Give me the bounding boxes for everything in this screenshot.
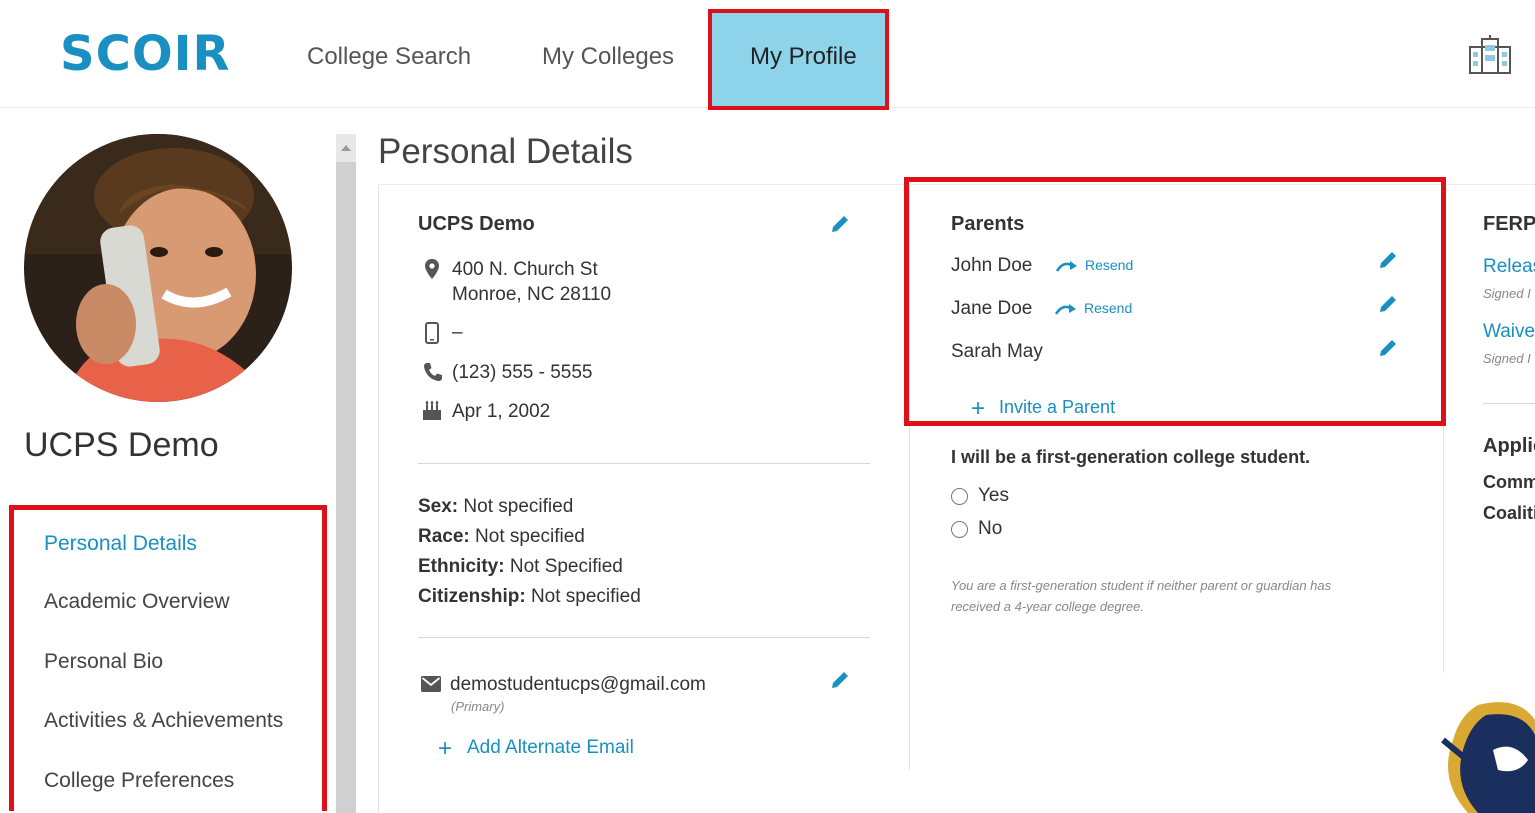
radio-no[interactable] bbox=[951, 521, 968, 538]
demographic-ethnicity: Ethnicity: Not Specified bbox=[418, 556, 623, 578]
edit-parent-pencil-icon[interactable] bbox=[1377, 293, 1399, 315]
edit-pencil-icon[interactable] bbox=[829, 213, 851, 235]
sidebar-scrollbar[interactable] bbox=[336, 134, 356, 813]
release-link[interactable]: Releas bbox=[1483, 256, 1535, 278]
coalition-app-label: Coaliti bbox=[1483, 503, 1535, 523]
nav-my-colleges[interactable]: My Colleges bbox=[542, 42, 674, 72]
ethnicity-value: Not Specified bbox=[509, 556, 623, 577]
resend-arrow-icon[interactable] bbox=[1055, 303, 1077, 315]
release-signed: Signed I bbox=[1483, 286, 1531, 301]
demographic-citizenship: Citizenship: Not specified bbox=[418, 586, 641, 608]
address-line1: 400 N. Church St bbox=[452, 259, 598, 280]
first-gen-note-line1: You are a first-generation student if ne… bbox=[951, 578, 1332, 593]
citizenship-value: Not specified bbox=[530, 586, 641, 607]
add-icon[interactable]: + bbox=[438, 737, 452, 761]
waiver-link[interactable]: Waive bbox=[1483, 321, 1535, 343]
add-alternate-email-link[interactable]: Add Alternate Email bbox=[467, 737, 634, 759]
top-nav-bar: SCOIR College Search My Colleges My Prof… bbox=[0, 0, 1535, 110]
parent-name-1: John Doe bbox=[951, 255, 1033, 276]
student-name: UCPS Demo bbox=[24, 426, 219, 464]
profile-section-nav: Personal Details Academic Overview Perso… bbox=[9, 505, 327, 811]
birth-date: Apr 1, 2002 bbox=[452, 401, 551, 422]
profile-photo-icon bbox=[24, 134, 292, 402]
race-value: Not specified bbox=[475, 526, 585, 547]
radio-yes-label: Yes bbox=[978, 485, 1009, 506]
waiver-signed: Signed I bbox=[1483, 351, 1531, 366]
sidebar-item-college-preferences[interactable]: College Preferences bbox=[44, 769, 234, 793]
email-address: demostudentucps@gmail.com bbox=[450, 674, 706, 695]
page-title: Personal Details bbox=[378, 132, 633, 171]
nav-my-profile-label: My Profile bbox=[750, 43, 857, 70]
citizenship-label: Citizenship: bbox=[418, 586, 526, 607]
radio-no-label: No bbox=[978, 518, 1003, 539]
email-primary-note: (Primary) bbox=[451, 699, 505, 714]
email-envelope-icon bbox=[421, 676, 441, 692]
profile-avatar[interactable] bbox=[24, 134, 292, 402]
common-app-label: Comm bbox=[1483, 472, 1535, 492]
sidebar-item-personal-bio[interactable]: Personal Bio bbox=[44, 650, 163, 674]
demographic-race: Race: Not specified bbox=[418, 526, 585, 548]
parent-name-2: Jane Doe bbox=[951, 298, 1033, 319]
sidebar-item-activities-achievements[interactable]: Activities & Achievements bbox=[44, 709, 283, 733]
resend-arrow-icon[interactable] bbox=[1056, 260, 1078, 272]
edit-parent-pencil-icon[interactable] bbox=[1377, 249, 1399, 271]
sidebar-item-academic-overview[interactable]: Academic Overview bbox=[44, 590, 230, 614]
resend-link-2[interactable]: Resend bbox=[1084, 300, 1132, 316]
mobile-number: – bbox=[452, 322, 463, 343]
applications-title: Applic bbox=[1483, 435, 1535, 457]
scroll-up-arrow-icon[interactable] bbox=[336, 134, 356, 162]
parents-title: Parents bbox=[951, 213, 1025, 235]
sex-label: Sex: bbox=[418, 496, 459, 517]
ethnicity-label: Ethnicity: bbox=[418, 556, 505, 577]
edit-email-pencil-icon[interactable] bbox=[829, 669, 851, 691]
phone-icon bbox=[424, 363, 442, 381]
school-building-icon[interactable] bbox=[1468, 35, 1512, 75]
sex-value: Not specified bbox=[463, 496, 574, 517]
mobile-phone-icon bbox=[425, 322, 439, 344]
sidebar-item-personal-details[interactable]: Personal Details bbox=[44, 532, 197, 556]
birthday-cake-icon bbox=[423, 401, 441, 420]
parent-name-3: Sarah May bbox=[951, 341, 1043, 362]
address-line2: Monroe, NC 28110 bbox=[452, 284, 612, 305]
ferpa-title: FERP bbox=[1483, 213, 1535, 235]
add-icon[interactable]: + bbox=[971, 397, 985, 421]
contact-name: UCPS Demo bbox=[418, 213, 535, 235]
radio-yes[interactable] bbox=[951, 488, 968, 505]
edit-parent-pencil-icon[interactable] bbox=[1377, 337, 1399, 359]
demographic-sex: Sex: Not specified bbox=[418, 496, 573, 518]
scoir-logo[interactable]: SCOIR bbox=[60, 26, 230, 82]
invite-parent-link[interactable]: Invite a Parent bbox=[999, 397, 1115, 418]
race-label: Race: bbox=[418, 526, 470, 547]
nav-my-profile[interactable]: My Profile bbox=[708, 9, 889, 110]
section-divider bbox=[418, 637, 870, 638]
section-divider bbox=[1483, 403, 1535, 404]
first-gen-question: I will be a first-generation college stu… bbox=[951, 447, 1311, 467]
nav-college-search[interactable]: College Search bbox=[307, 42, 471, 72]
card-left-border bbox=[378, 185, 379, 813]
resend-link-1[interactable]: Resend bbox=[1085, 257, 1133, 273]
location-pin-icon bbox=[425, 259, 439, 279]
section-divider bbox=[418, 463, 870, 464]
first-gen-note-line2: received a 4-year college degree. bbox=[951, 599, 1144, 614]
phone-number: (123) 555 - 5555 bbox=[452, 362, 593, 383]
school-mascot-logo bbox=[1441, 702, 1535, 813]
